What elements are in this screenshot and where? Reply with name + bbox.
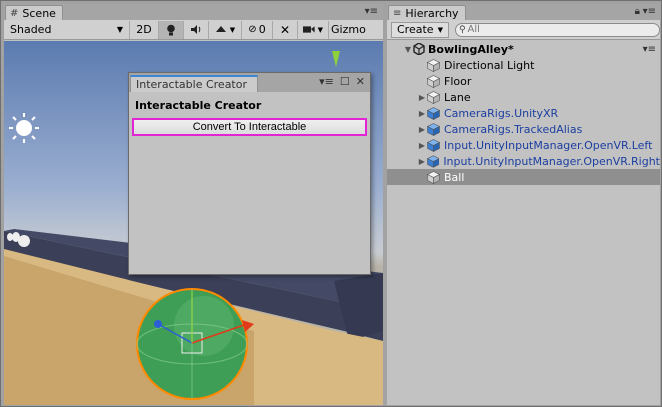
list-icon: ≡ (393, 8, 402, 19)
hierarchy-tree: ▼ BowlingAlley* ▾≡ Directional Light Floo… (387, 41, 660, 405)
expand-arrow-icon[interactable]: ▶ (417, 93, 427, 102)
convert-to-interactable-button[interactable]: Convert To Interactable (132, 118, 367, 136)
panel-menu-icon[interactable]: ▾≡ (365, 6, 378, 17)
tree-root-bowlingalley[interactable]: ▼ BowlingAlley* ▾≡ (387, 41, 660, 57)
scene-tabbar: # Scene ▾≡ (4, 4, 383, 21)
unity-scene-icon (413, 43, 425, 55)
tools-toggle-button[interactable]: ✕ (273, 20, 298, 39)
gameobject-cube-icon (427, 170, 440, 184)
hierarchy-item[interactable]: ▶ CameraRigs.TrackedAlias (387, 121, 660, 137)
chevron-down-icon: ▼ (317, 25, 323, 34)
hierarchy-item[interactable]: Ball (387, 169, 660, 185)
tab-hierarchy[interactable]: ≡ Hierarchy (388, 5, 466, 21)
effects-icon (215, 26, 226, 32)
hierarchy-item[interactable]: ▶ CameraRigs.UnityXR (387, 105, 660, 121)
create-dropdown[interactable]: Create ▼ (391, 21, 449, 38)
window-heading: Interactable Creator (135, 99, 262, 112)
shading-mode-dropdown[interactable]: Shaded ▼ (4, 20, 130, 39)
panel-menu-icon[interactable]: ▾≡ (643, 6, 656, 17)
grid-icon: # (10, 8, 19, 19)
hidden-count: 0 (258, 23, 266, 36)
hierarchy-item[interactable]: Directional Light (387, 57, 660, 73)
scene-panel: # Scene ▾≡ Shaded ▼ 2D ▼ ⊘ 0 ✕ ▼ Gizmo I… (4, 4, 383, 405)
hierarchy-item-label: Input.UnityInputManager.OpenVR.Right (443, 154, 660, 168)
audio-toggle-button[interactable] (184, 20, 209, 39)
gameobject-cube-icon (427, 58, 440, 72)
effects-dropdown[interactable]: ▼ (209, 20, 242, 39)
interactable-creator-window: Interactable Creator ▾≡ ☐ ✕ Interactable… (128, 72, 371, 275)
camera-icon (303, 26, 315, 33)
hierarchy-item-label: Input.UnityInputManager.OpenVR.Left (444, 138, 653, 152)
float-tab-label: Interactable Creator (136, 78, 247, 91)
gizmos-dropdown[interactable]: Gizmo (329, 21, 366, 39)
hierarchy-tabbar: ≡ Hierarchy 🔒︎ ▾≡ (387, 4, 660, 21)
scene-root-label: BowlingAlley* (428, 42, 514, 56)
tab-scene[interactable]: # Scene (5, 5, 63, 21)
speaker-icon (191, 25, 201, 34)
prefab-cube-icon (427, 138, 440, 152)
scene-toolbar: Shaded ▼ 2D ▼ ⊘ 0 ✕ ▼ Gizmo (4, 20, 383, 40)
2d-label: 2D (136, 23, 152, 36)
gameobject-cube-icon (427, 74, 440, 88)
search-placeholder: All (467, 24, 480, 35)
hierarchy-tab-label: Hierarchy (405, 7, 459, 20)
hierarchy-item-label: Lane (444, 90, 471, 104)
hierarchy-item-label: CameraRigs.UnityXR (444, 106, 559, 120)
scene-orientation-gizmo[interactable] (332, 51, 340, 67)
hierarchy-item[interactable]: ▶ Lane (387, 89, 660, 105)
hierarchy-item-label: CameraRigs.TrackedAlias (444, 122, 583, 136)
directional-light-gizmo[interactable] (9, 113, 39, 143)
panel-menu-icon[interactable]: ▾≡ (319, 75, 334, 88)
search-icon: ⚲ (458, 24, 466, 35)
eye-slash-icon: ⊘ (248, 24, 257, 35)
hierarchy-item-label: Ball (444, 170, 465, 184)
window-controls: ▾≡ ☐ ✕ (319, 75, 365, 88)
gameobject-cube-icon (427, 90, 440, 104)
chevron-down-icon: ▼ (437, 25, 443, 34)
hidden-objects-toggle[interactable]: ⊘ 0 (242, 20, 273, 39)
hierarchy-toolbar: Create ▼ ⚲ All (387, 20, 660, 40)
lock-icon[interactable]: 🔒︎ (635, 6, 640, 17)
gizmos-label: Gizmo (331, 23, 366, 36)
close-icon[interactable]: ✕ (356, 75, 365, 88)
float-window-tabbar: Interactable Creator ▾≡ ☐ ✕ (129, 73, 370, 92)
expand-arrow-icon[interactable]: ▶ (417, 109, 427, 118)
2d-toggle-button[interactable]: 2D (130, 20, 159, 39)
shading-mode-label: Shaded (10, 23, 52, 36)
expand-arrow-icon[interactable]: ▶ (417, 141, 427, 150)
hierarchy-item[interactable]: ▶ Input.UnityInputManager.OpenVR.Left (387, 137, 660, 153)
hierarchy-item[interactable]: ▶ Input.UnityInputManager.OpenVR.Right (387, 153, 660, 169)
camera-dropdown[interactable]: ▼ (298, 20, 329, 39)
maximize-icon[interactable]: ☐ (340, 75, 350, 88)
chevron-down-icon: ▼ (116, 25, 123, 34)
chevron-down-icon: ▼ (229, 25, 236, 34)
prefab-cube-icon (427, 106, 440, 120)
row-menu-icon[interactable]: ▾≡ (643, 44, 656, 55)
hierarchy-search-input[interactable]: ⚲ All (454, 22, 660, 37)
expand-arrow-icon[interactable]: ▼ (403, 45, 413, 54)
lightbulb-icon (167, 24, 175, 35)
hierarchy-item[interactable]: Floor (387, 73, 660, 89)
tab-interactable-creator[interactable]: Interactable Creator (130, 75, 258, 92)
hierarchy-panel: ≡ Hierarchy 🔒︎ ▾≡ Create ▼ ⚲ All ▼ Bowli… (387, 4, 660, 405)
prefab-cube-icon (426, 154, 440, 168)
create-label: Create (397, 23, 434, 36)
tools-icon: ✕ (279, 22, 291, 37)
scene-tab-label: Scene (22, 7, 56, 20)
hierarchy-item-label: Floor (444, 74, 472, 88)
editor-frame: # Scene ▾≡ Shaded ▼ 2D ▼ ⊘ 0 ✕ ▼ Gizmo I… (0, 0, 662, 407)
lighting-toggle-button[interactable] (159, 20, 184, 39)
prefab-cube-icon (427, 122, 440, 136)
hierarchy-item-label: Directional Light (444, 58, 535, 72)
expand-arrow-icon[interactable]: ▶ (417, 157, 427, 166)
expand-arrow-icon[interactable]: ▶ (417, 125, 427, 134)
